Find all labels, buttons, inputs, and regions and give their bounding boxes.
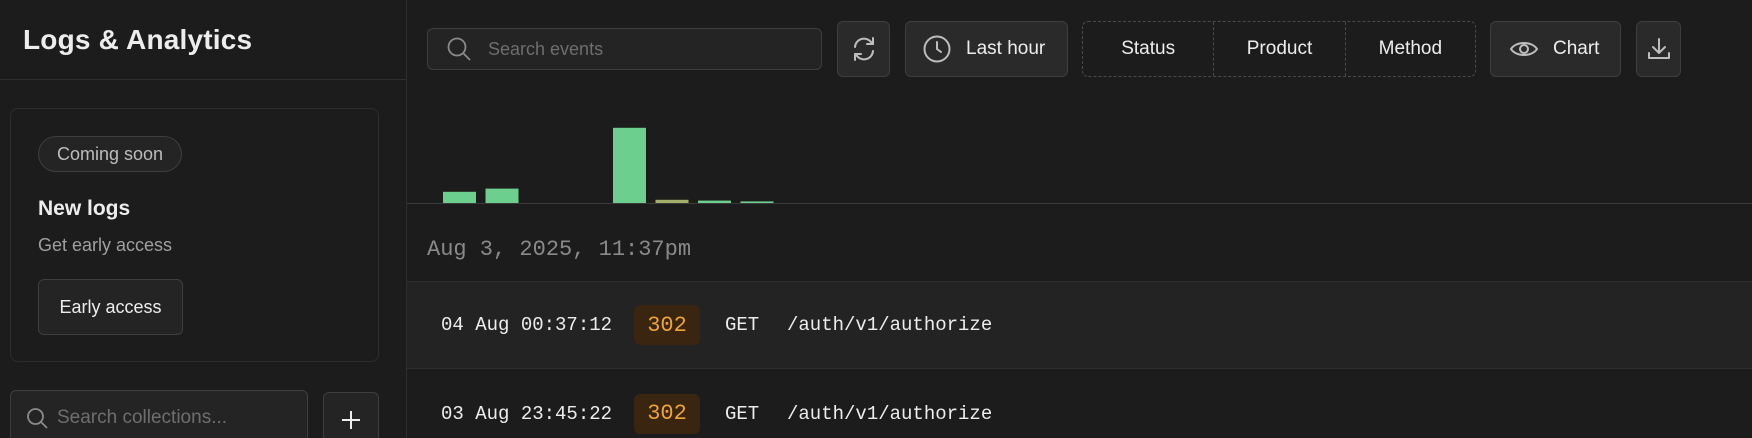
event-histogram (443, 127, 774, 203)
refresh-icon (853, 37, 874, 61)
filter-group: Status Product Method (1082, 21, 1476, 77)
page-title: Logs & Analytics (23, 23, 253, 55)
sidebar-header: Logs & Analytics (0, 0, 406, 80)
search-icon (27, 408, 48, 429)
coming-soon-badge: Coming soon (38, 136, 183, 172)
log-path: /auth/v1/authorize (787, 314, 993, 336)
log-method: GET (725, 402, 760, 425)
search-events-field[interactable] (427, 28, 822, 70)
time-range-label: Last hour (966, 38, 1046, 59)
log-path: /auth/v1/authorize (787, 402, 993, 425)
promo-card: Coming soon New logs Get early access Ea… (10, 108, 379, 362)
filter-status[interactable]: Status (1083, 22, 1213, 76)
log-timestamp: 04 Aug 00:37:12 (441, 314, 613, 336)
filter-method[interactable]: Method (1344, 22, 1475, 76)
chart-toggle-label: Chart (1553, 38, 1600, 59)
eye-icon (1509, 42, 1539, 56)
status-badge: 302 (634, 305, 700, 345)
search-events-input[interactable] (488, 38, 808, 60)
main-panel: Last hour Status Product Method Chart (407, 0, 1752, 438)
table-row[interactable]: 04 Aug 00:37:12 302 GET /auth/v1/authori… (407, 282, 1752, 369)
add-collection-button[interactable] (323, 392, 379, 438)
log-method: GET (725, 314, 760, 336)
promo-subtitle: Get early access (38, 235, 173, 255)
status-badge: 302 (634, 393, 700, 434)
app-root: Logs & Analytics Coming soon New logs Ge… (0, 0, 1752, 438)
toolbar: Last hour Status Product Method Chart (407, 21, 1752, 78)
collection-search-input[interactable] (57, 407, 297, 429)
refresh-button[interactable] (837, 21, 890, 77)
histogram-baseline (407, 203, 1752, 204)
chart-toggle-button[interactable]: Chart (1490, 21, 1621, 77)
collection-search-field[interactable] (10, 390, 308, 438)
download-icon (1647, 38, 1670, 59)
time-range-button[interactable]: Last hour (905, 21, 1068, 77)
table-row[interactable]: 03 Aug 23:45:22 302 GET /auth/v1/authori… (407, 370, 1752, 438)
date-group-heading: Aug 3, 2025, 11:37pm (427, 237, 692, 262)
promo-title: New logs (38, 197, 131, 220)
early-access-button[interactable]: Early access (38, 279, 183, 335)
clock-icon (923, 35, 951, 63)
search-icon (447, 37, 471, 61)
sidebar: Logs & Analytics Coming soon New logs Ge… (0, 0, 407, 438)
histogram-bar[interactable] (613, 127, 646, 203)
histogram-bar[interactable] (485, 188, 519, 203)
log-timestamp: 03 Aug 23:45:22 (441, 402, 613, 425)
download-button[interactable] (1636, 21, 1681, 77)
filter-product[interactable]: Product (1213, 22, 1344, 76)
histogram-bar[interactable] (443, 191, 476, 203)
plus-icon (342, 411, 360, 429)
